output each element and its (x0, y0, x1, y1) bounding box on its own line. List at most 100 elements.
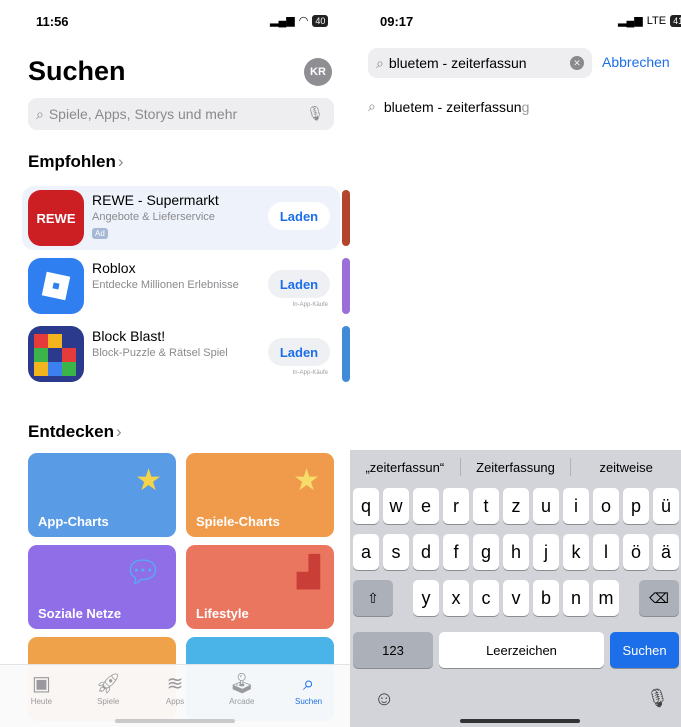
get-button[interactable]: Laden (268, 202, 330, 230)
app-subtitle: Entdecke Millionen Erlebnisse (92, 279, 239, 291)
app-row-roblox[interactable]: Roblox Entdecke Millionen Erlebnisse Lad… (22, 254, 350, 318)
key-o[interactable]: o (593, 488, 619, 524)
app-name: Block Blast! (92, 328, 166, 344)
key-ue[interactable]: ü (653, 488, 679, 524)
avatar[interactable]: KR (304, 58, 332, 86)
key-d[interactable]: d (413, 534, 439, 570)
today-icon: ▣ (31, 673, 51, 695)
battery-icon: 40 (312, 14, 329, 27)
tab-games[interactable]: 🚀︎ Spiele (78, 665, 138, 727)
search-suggestion[interactable]: ⌕ bluetem - zeiterfassun g (368, 98, 529, 115)
key-z[interactable]: z (503, 488, 529, 524)
search-input[interactable]: ⌕ Spiele, Apps, Storys und mehr 🎙︎ (28, 98, 334, 130)
key-s[interactable]: s (383, 534, 409, 570)
key-h[interactable]: h (503, 534, 529, 570)
discover-title: Entdecken (28, 422, 114, 441)
tile-lifestyle[interactable]: ▟ Lifestyle (186, 545, 334, 629)
stack-icon: ≋ (166, 673, 184, 695)
key-y[interactable]: y (413, 580, 439, 616)
prediction-item[interactable]: Zeiterfassung (461, 460, 571, 475)
suggestion-typed: bluetem - zeiterfassun (383, 98, 522, 115)
search-icon: ⌕ (36, 105, 44, 122)
home-indicator (115, 719, 235, 723)
search-icon: ⌕ (376, 54, 384, 71)
prediction-item[interactable]: „zeiterfassun“ (350, 460, 460, 475)
shift-icon: ⇧ (367, 589, 379, 606)
key-f[interactable]: f (443, 534, 469, 570)
key-k[interactable]: k (563, 534, 589, 570)
tab-bar: ▣ Heute 🚀︎ Spiele ≋ Apps 🕹︎ Arcade ⌕ Suchen (0, 664, 350, 727)
key-u[interactable]: u (533, 488, 559, 524)
app-subtitle: Angebote & Lieferservice (92, 211, 215, 223)
recommended-title: Empfohlen (28, 152, 116, 171)
get-button[interactable]: Laden (268, 338, 330, 366)
tab-search[interactable]: ⌕ Suchen (279, 665, 339, 727)
app-row-block-blast[interactable]: Block Blast! Block-Puzzle & Rätsel Spiel… (22, 322, 350, 386)
roblox-logo-icon (41, 271, 71, 301)
star-podium-icon: ★ (135, 464, 162, 497)
get-button[interactable]: Laden (268, 270, 330, 298)
key-p[interactable]: p (623, 488, 649, 524)
key-n[interactable]: n (563, 580, 589, 616)
numbers-key[interactable]: 123 (353, 632, 433, 668)
shift-key[interactable]: ⇧ (353, 580, 393, 616)
block-blast-app-icon (28, 326, 84, 382)
tile-social[interactable]: 💬︎ Soziale Netze (28, 545, 176, 629)
key-b[interactable]: b (533, 580, 559, 616)
key-g[interactable]: g (473, 534, 499, 570)
search-value: bluetem - zeiterfassun (388, 55, 527, 71)
search-input[interactable]: ⌕ bluetem - zeiterfassun ✕ (368, 48, 592, 78)
tab-label: Spiele (97, 697, 120, 706)
key-l[interactable]: l (593, 534, 619, 570)
key-i[interactable]: i (563, 488, 589, 524)
cancel-button[interactable]: Abbrechen (602, 54, 670, 70)
tile-games-charts[interactable]: ★ Spiele-Charts (186, 453, 334, 537)
key-j[interactable]: j (533, 534, 559, 570)
key-t[interactable]: t (473, 488, 499, 524)
key-c[interactable]: c (473, 580, 499, 616)
prediction-bar: „zeiterfassun“ Zeiterfassung zeitweise (350, 450, 681, 484)
key-m[interactable]: m (593, 580, 619, 616)
status-icons: ▂▄▆ LTE 41 (618, 14, 681, 27)
app-row-rewe[interactable]: REWE REWE - Supermarkt Angebote & Liefer… (22, 186, 350, 250)
signal-icon: ▂▄▆ (618, 15, 643, 27)
tab-label: Heute (30, 697, 53, 706)
tab-arcade[interactable]: 🕹︎ Arcade (212, 665, 272, 727)
key-q[interactable]: q (353, 488, 379, 524)
key-ae[interactable]: ä (653, 534, 679, 570)
key-r[interactable]: r (443, 488, 469, 524)
tile-label: Lifestyle (196, 606, 249, 621)
tab-apps[interactable]: ≋ Apps (145, 665, 205, 727)
key-w[interactable]: w (383, 488, 409, 524)
tile-label: Soziale Netze (38, 606, 122, 621)
app-subtitle: Block-Puzzle & Rätsel Spiel (92, 347, 228, 359)
clear-icon[interactable]: ✕ (570, 56, 584, 70)
prediction-item[interactable]: zeitweise (571, 460, 681, 475)
blocks-icon (34, 334, 76, 376)
tab-today[interactable]: ▣ Heute (11, 665, 71, 727)
app-name: Roblox (92, 260, 136, 276)
suggestion-completion: g (521, 98, 530, 115)
in-app-purchases-note: In-App-Käufe (292, 302, 328, 308)
key-e[interactable]: e (413, 488, 439, 524)
search-icon: ⌕ (302, 673, 315, 695)
joystick-icon: 🕹︎ (229, 673, 255, 695)
key-oe[interactable]: ö (623, 534, 649, 570)
key-v[interactable]: v (503, 580, 529, 616)
tile-app-charts[interactable]: ★ App-Charts (28, 453, 176, 537)
emoji-icon[interactable]: ☺ (374, 688, 394, 711)
recommended-header[interactable]: Empfohlen › (28, 152, 124, 172)
network-label: LTE (646, 14, 667, 27)
rocket-icon: 🚀︎ (95, 673, 121, 695)
key-x[interactable]: x (443, 580, 469, 616)
tile-label: App-Charts (38, 514, 109, 529)
discover-header[interactable]: Entdecken › (28, 422, 122, 442)
microphone-icon[interactable]: 🎙︎ (306, 105, 324, 122)
search-key[interactable]: Suchen (610, 632, 679, 668)
delete-key[interactable]: ⌫ (639, 580, 679, 616)
next-card-peek (342, 190, 350, 246)
keyboard: „zeiterfassun“ Zeiterfassung zeitweise q… (350, 450, 681, 727)
microphone-icon[interactable]: 🎙︎ (646, 688, 669, 709)
key-a[interactable]: a (353, 534, 379, 570)
space-key[interactable]: Leerzeichen (439, 632, 604, 668)
